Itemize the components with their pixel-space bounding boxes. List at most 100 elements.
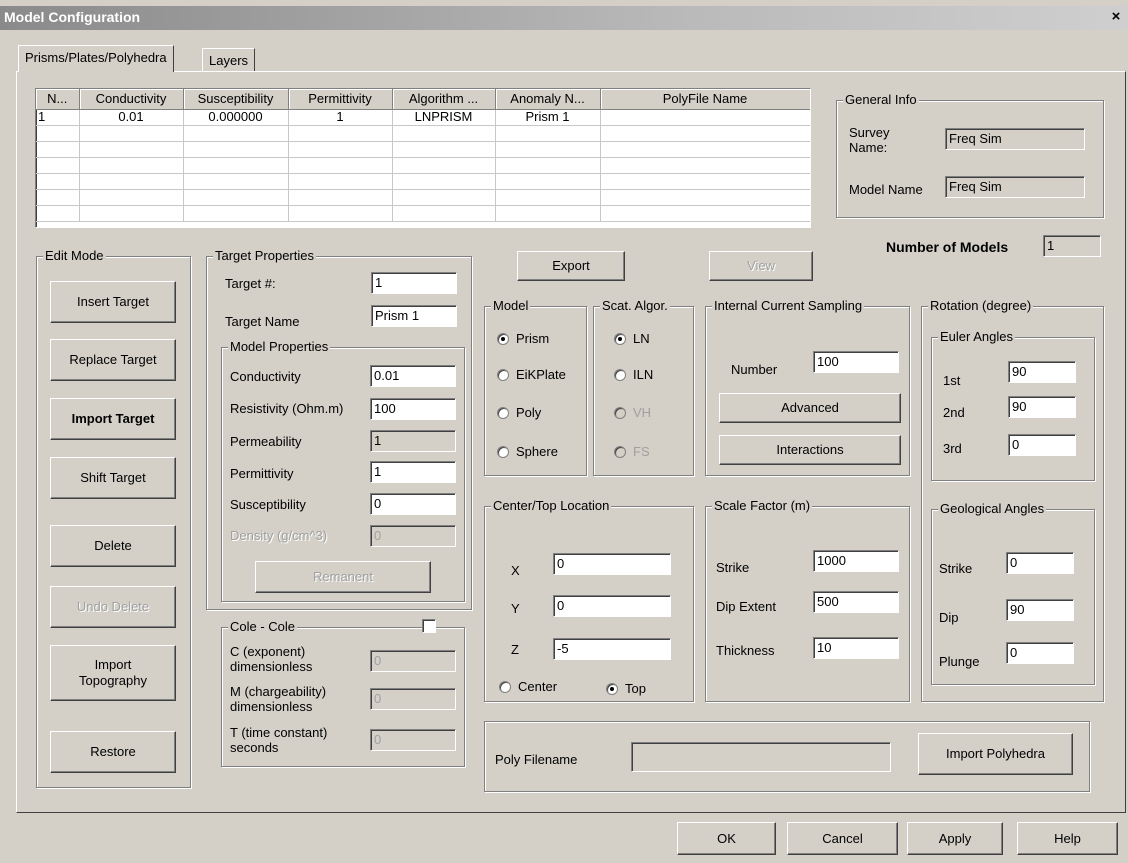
model-sphere-radio[interactable]: Sphere [497, 444, 558, 459]
close-icon[interactable]: × [1108, 9, 1124, 25]
table-cell[interactable] [600, 109, 810, 126]
table-cell[interactable]: 1 [288, 109, 393, 126]
title-bar: Model Configuration × [0, 6, 1128, 30]
c-exponent-field[interactable]: 0 [370, 650, 456, 672]
table-row-empty[interactable] [36, 141, 810, 158]
target-properties-label: Target Properties [213, 248, 316, 264]
tab-layers[interactable]: Layers [202, 48, 256, 71]
scat-vh-radio[interactable]: VH [614, 405, 651, 420]
insert-target-button[interactable]: Insert Target [50, 281, 176, 323]
poly-filename-field[interactable] [631, 742, 891, 772]
restore-button[interactable]: Restore [50, 731, 176, 773]
import-polyhedra-button[interactable]: Import Polyhedra [918, 733, 1073, 775]
euler-angles-group: Euler Angles 1st 90 2nd 90 3rd 0 [931, 329, 1095, 481]
thickness-field[interactable]: 10 [813, 637, 899, 659]
table-row-empty[interactable] [36, 157, 810, 174]
conductivity-field[interactable]: 0.01 [370, 365, 456, 387]
permittivity-field[interactable]: 1 [370, 461, 456, 483]
resistivity-field[interactable]: 100 [370, 398, 456, 420]
column-header-polyfile-name[interactable]: PolyFile Name [600, 89, 810, 110]
targets-table[interactable]: N... Conductivity Susceptibility Permitt… [35, 88, 811, 228]
remanent-button[interactable]: Remanent [255, 561, 431, 593]
geo-dip-field[interactable]: 90 [1006, 599, 1074, 621]
column-header-conductivity[interactable]: Conductivity [79, 89, 184, 110]
radio-icon [614, 445, 626, 458]
target-name-field[interactable]: Prism 1 [371, 305, 457, 327]
model-prism-radio[interactable]: Prism [497, 331, 549, 346]
table-row-empty[interactable] [36, 205, 810, 222]
target-number-field[interactable]: 1 [371, 272, 457, 294]
ok-button[interactable]: OK [677, 822, 776, 855]
column-header-susceptibility[interactable]: Susceptibility [183, 89, 289, 110]
permittivity-label: Permittivity [230, 466, 294, 481]
euler-1st-field[interactable]: 90 [1008, 361, 1076, 383]
shift-target-button[interactable]: Shift Target [50, 457, 176, 499]
cole-cole-checkbox[interactable] [422, 619, 436, 633]
model-name-field[interactable]: Freq Sim [945, 176, 1085, 198]
scale-strike-label: Strike [716, 560, 750, 575]
model-properties-label: Model Properties [228, 339, 331, 355]
column-header-anomaly-name[interactable]: Anomaly N... [495, 89, 601, 110]
density-field[interactable]: 0 [370, 525, 456, 547]
apply-button[interactable]: Apply [907, 822, 1003, 855]
view-button[interactable]: View [709, 251, 813, 281]
conductivity-label: Conductivity [230, 369, 301, 384]
table-row-empty[interactable] [36, 189, 810, 206]
permeability-field[interactable]: 1 [370, 430, 456, 452]
advanced-button[interactable]: Advanced [719, 393, 901, 423]
scat-ln-radio[interactable]: LN [614, 331, 650, 346]
table-cell[interactable]: LNPRISM [392, 109, 496, 126]
susceptibility-field[interactable]: 0 [370, 493, 456, 515]
location-top-radio[interactable]: Top [606, 681, 646, 696]
number-of-models-label: Number of Models [886, 239, 1009, 255]
m-chargeability-field[interactable]: 0 [370, 688, 456, 710]
permeability-label: Permeability [230, 434, 302, 449]
table-cell[interactable]: 0.000000 [183, 109, 289, 126]
survey-name-label: Survey Name: [849, 125, 890, 155]
cancel-button[interactable]: Cancel [787, 822, 898, 855]
euler-2nd-field[interactable]: 90 [1008, 396, 1076, 418]
scat-iln-radio[interactable]: ILN [614, 367, 653, 382]
column-header-permittivity[interactable]: Permittivity [288, 89, 393, 110]
model-poly-radio[interactable]: Poly [497, 405, 541, 420]
undo-delete-button[interactable]: Undo Delete [50, 586, 176, 628]
radio-icon [499, 680, 511, 693]
scat-iln-label: ILN [633, 367, 654, 382]
model-configuration-dialog: Model Configuration × Prisms/Plates/Poly… [0, 0, 1128, 863]
geo-strike-field[interactable]: 0 [1006, 552, 1074, 574]
t-time-constant-label: T (time constant) seconds [230, 725, 328, 755]
radio-selected-icon [614, 332, 626, 345]
import-target-button[interactable]: Import Target [50, 398, 176, 440]
euler-3rd-field[interactable]: 0 [1008, 434, 1076, 456]
help-button[interactable]: Help [1017, 822, 1118, 855]
location-x-field[interactable]: 0 [553, 553, 671, 575]
dip-extent-field[interactable]: 500 [813, 591, 899, 613]
export-button[interactable]: Export [517, 251, 625, 281]
tab-prisms-plates-polyhedra[interactable]: Prisms/Plates/Polyhedra [18, 45, 174, 72]
location-center-radio[interactable]: Center [499, 679, 557, 694]
replace-target-button[interactable]: Replace Target [50, 339, 176, 381]
table-row[interactable]: 1 0.01 0.000000 1 LNPRISM Prism 1 [36, 109, 810, 126]
geo-plunge-field[interactable]: 0 [1006, 642, 1074, 664]
scale-factor-label: Scale Factor (m) [712, 498, 813, 514]
t-time-constant-field[interactable]: 0 [370, 729, 456, 751]
delete-button[interactable]: Delete [50, 525, 176, 567]
scale-strike-field[interactable]: 1000 [813, 550, 899, 572]
table-cell[interactable]: 1 [36, 109, 80, 126]
survey-name-field[interactable]: Freq Sim [945, 128, 1085, 150]
table-cell[interactable]: 0.01 [79, 109, 184, 126]
table-row-empty[interactable] [36, 173, 810, 190]
model-eikplate-radio[interactable]: EiKPlate [497, 367, 566, 382]
scat-fs-radio[interactable]: FS [614, 444, 650, 459]
interactions-button[interactable]: Interactions [719, 435, 901, 465]
column-header-number[interactable]: N... [36, 89, 80, 110]
table-row-empty[interactable] [36, 125, 810, 142]
column-header-algorithm[interactable]: Algorithm ... [392, 89, 496, 110]
location-y-field[interactable]: 0 [553, 595, 671, 617]
import-topography-button[interactable]: Import Topography [50, 645, 176, 701]
number-of-models-field[interactable]: 1 [1043, 235, 1101, 257]
table-cell[interactable]: Prism 1 [495, 109, 601, 126]
cole-cole-label: Cole - Cole [228, 619, 298, 635]
location-z-field[interactable]: -5 [553, 638, 671, 660]
sampling-number-field[interactable]: 100 [813, 351, 899, 373]
